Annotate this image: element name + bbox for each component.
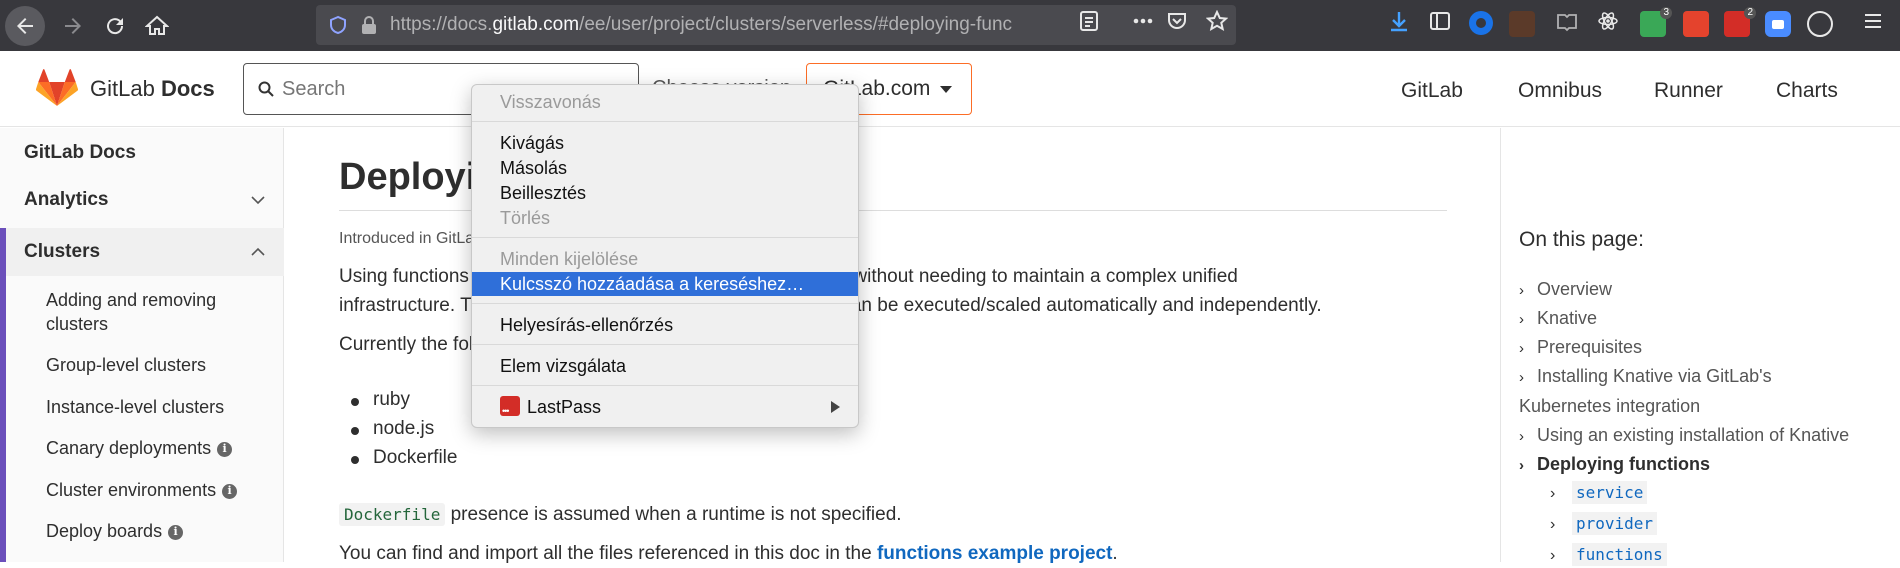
example-paragraph: You can find and import all the files re… [339, 543, 1118, 564]
menu-icon[interactable] [1862, 10, 1884, 32]
context-menu: Visszavonás Kivágás Másolás Beillesztés … [471, 84, 859, 428]
zoom-icon[interactable] [1765, 11, 1791, 37]
toc-item-overview[interactable]: › Overview [1519, 275, 1899, 305]
dockerfile-paragraph: Dockerfile presence is assumed when a ru… [339, 500, 902, 529]
submenu-arrow-icon [831, 401, 840, 413]
more-icon[interactable] [1132, 10, 1154, 32]
home-icon [145, 15, 169, 35]
lastpass-icon[interactable]: 2 [1724, 7, 1756, 37]
site-brand[interactable]: GitLab Docs [90, 76, 215, 102]
chevron-right-icon: › [1519, 282, 1524, 299]
home-button[interactable] [137, 6, 177, 46]
toc-item-installing-knative[interactable]: › Installing Knative via GitLab's Kubernet… [1519, 362, 1899, 421]
extension-red-icon[interactable] [1683, 11, 1709, 37]
list-item: Dockerfile [350, 447, 458, 468]
chevron-right-icon: › [1519, 311, 1524, 328]
toc-title: On this page: [1519, 228, 1644, 251]
toc-subitem-functions[interactable]: › functions [1550, 543, 1667, 566]
sidebar-item-group-level-clusters[interactable]: Group-level clusters [46, 353, 266, 377]
reading-list-icon[interactable] [1556, 10, 1578, 32]
menu-separator [472, 344, 858, 345]
menu-item-inspect[interactable]: Elem vizsgálata [472, 354, 858, 378]
chevron-up-icon [251, 247, 265, 256]
menu-item-paste[interactable]: Beillesztés [472, 181, 858, 205]
sidebar-section-analytics[interactable]: Analytics [0, 176, 284, 224]
sidebar-section-clusters[interactable]: Clusters [0, 228, 284, 276]
chevron-down-icon [940, 85, 953, 93]
back-button[interactable] [5, 6, 45, 46]
reload-button[interactable] [95, 6, 135, 46]
topnav-gitlab[interactable]: GitLab [1401, 79, 1463, 103]
toc-item-existing-knative[interactable]: › Using an existing installation of Knati… [1519, 421, 1899, 451]
menu-separator [472, 237, 858, 238]
extension-face-icon[interactable] [1807, 11, 1833, 37]
chevron-right-icon: › [1519, 340, 1524, 357]
reload-icon [107, 18, 124, 35]
shield-icon[interactable] [328, 15, 348, 35]
menu-item-copy[interactable]: Másolás [472, 156, 858, 180]
chevron-right-icon: › [1550, 485, 1556, 502]
toc-item-prerequisites[interactable]: › Prerequisites [1519, 333, 1899, 363]
chevron-right-icon: › [1519, 428, 1524, 445]
list-item: ruby [351, 389, 410, 410]
bookmark-star-icon[interactable] [1206, 10, 1228, 32]
back-icon [17, 18, 33, 34]
menu-separator [472, 385, 858, 386]
menu-item-undo[interactable]: Visszavonás [472, 90, 858, 114]
chevron-right-icon: › [1550, 516, 1556, 533]
sidebar-item-instance-level-clusters[interactable]: Instance-level clusters [46, 395, 266, 419]
list-item: node.js [350, 418, 435, 439]
menu-item-lastpass[interactable]: LastPass [472, 395, 858, 423]
topnav-charts[interactable]: Charts [1776, 79, 1838, 103]
menu-item-select-all[interactable]: Minden kijelölése [472, 247, 858, 271]
gitlab-logo-icon[interactable] [36, 69, 78, 107]
topnav-runner[interactable]: Runner [1654, 79, 1723, 103]
sidebar: GitLab Docs Analytics Clusters Adding an… [0, 128, 284, 562]
extension-avatar-icon[interactable] [1509, 11, 1535, 37]
topnav-omnibus[interactable]: Omnibus [1518, 79, 1602, 103]
lock-icon[interactable] [360, 15, 378, 35]
reader-view-icon[interactable] [1078, 10, 1100, 32]
react-devtools-icon[interactable] [1597, 10, 1619, 32]
toc-subitem-provider[interactable]: › provider [1550, 512, 1658, 535]
extension-circle-icon[interactable] [1469, 11, 1493, 35]
sidebar-item-canary-deployments[interactable]: Canary deployments i [46, 436, 266, 460]
url-text[interactable]: https://docs.gitlab.com/ee/user/project/… [390, 14, 1070, 36]
toc-divider [1500, 128, 1501, 562]
menu-item-delete[interactable]: Törlés [472, 206, 858, 230]
inline-code: Dockerfile [339, 503, 446, 526]
menu-item-add-keyword[interactable]: Kulcsszó hozzáadása a kereséshez… [472, 272, 858, 296]
menu-separator [472, 303, 858, 304]
sidebar-item-cluster-environments[interactable]: Cluster environments i [46, 478, 266, 502]
pocket-icon[interactable] [1166, 10, 1188, 32]
forward-button[interactable] [53, 6, 93, 46]
chevron-down-icon [251, 196, 265, 205]
menu-item-spellcheck[interactable]: Helyesírás-ellenőrzés [472, 313, 858, 337]
forward-icon [65, 18, 81, 34]
search-icon [258, 81, 274, 97]
menu-separator [472, 121, 858, 122]
extension-green-icon[interactable]: 3 [1640, 7, 1672, 37]
section-indicator [0, 276, 6, 562]
browser-toolbar: https://docs.gitlab.com/ee/user/project/… [0, 0, 1900, 51]
sidebar-item-adding-removing-clusters[interactable]: Adding and removing clusters [46, 288, 266, 336]
lastpass-icon [500, 396, 520, 423]
toc-item-deploying-functions[interactable]: › Deploying functions [1519, 450, 1899, 480]
toc-item-knative[interactable]: › Knative [1519, 304, 1899, 334]
site-header: GitLab Docs Choose version GitLab.com Gi… [0, 51, 1900, 127]
download-icon[interactable] [1388, 10, 1410, 32]
sidebar-icon[interactable] [1429, 10, 1451, 32]
sidebar-item-deploy-boards[interactable]: Deploy boards i [46, 519, 266, 543]
chevron-right-icon: › [1550, 547, 1556, 564]
sidebar-home-link[interactable]: GitLab Docs [24, 142, 136, 164]
info-icon: i [168, 524, 184, 540]
info-icon: i [222, 483, 238, 499]
menu-item-cut[interactable]: Kivágás [472, 131, 858, 155]
functions-example-link[interactable]: functions example project [877, 543, 1112, 564]
info-icon: i [217, 441, 233, 457]
toc-subitem-service[interactable]: › service [1550, 481, 1648, 504]
chevron-right-icon: › [1519, 369, 1524, 386]
chevron-right-icon: › [1519, 457, 1524, 474]
